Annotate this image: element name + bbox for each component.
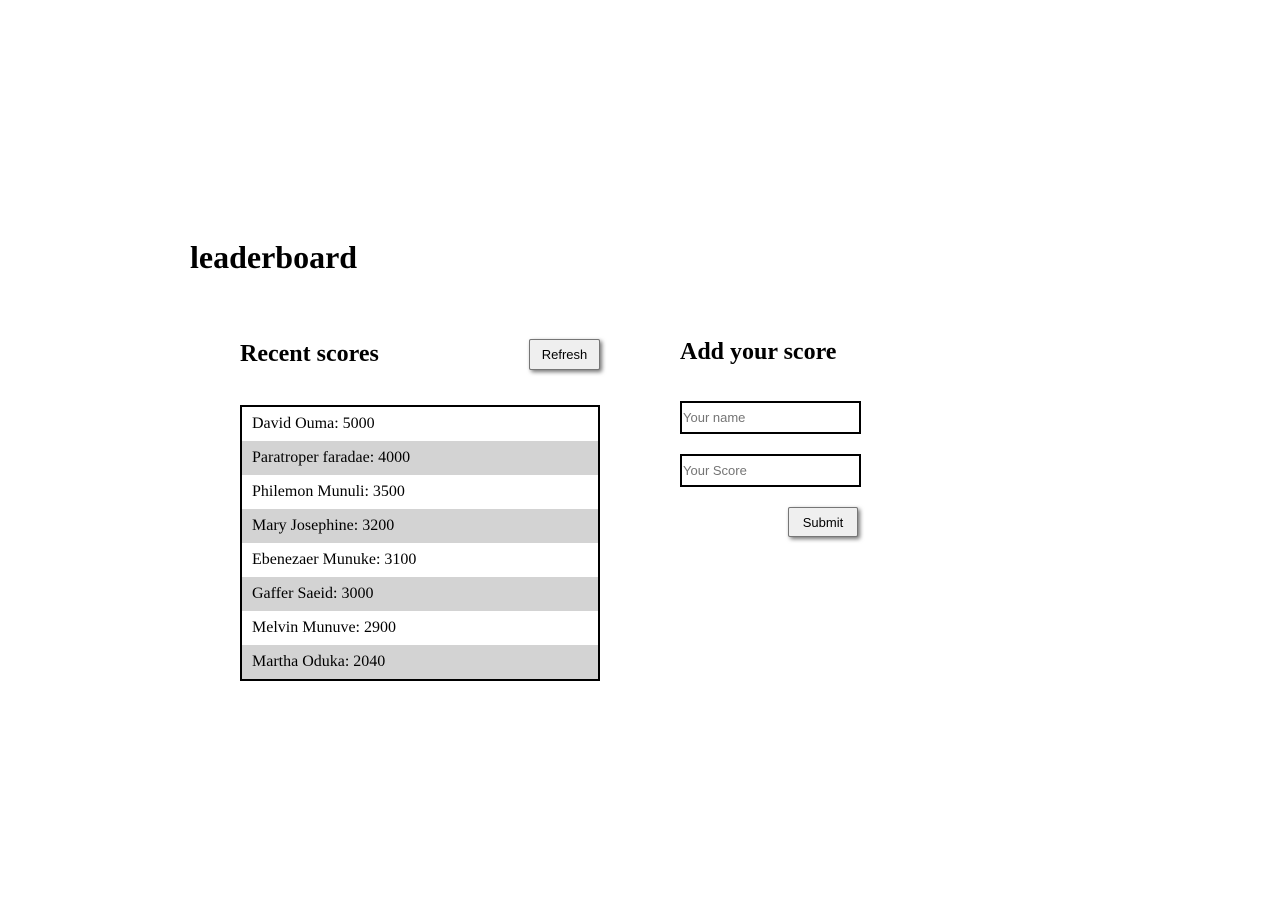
scores-list: David Ouma: 5000 Paratroper faradae: 400…: [240, 405, 600, 681]
recent-scores-header: Recent scores Refresh: [240, 336, 600, 372]
score-input[interactable]: [680, 454, 861, 487]
score-item: Melvin Munuve: 2900: [252, 619, 396, 636]
name-input[interactable]: [680, 401, 861, 434]
score-item: Philemon Munuli: 3500: [252, 483, 405, 500]
recent-scores-section: Recent scores Refresh David Ouma: 5000 P…: [240, 336, 600, 681]
add-score-section: Add your score Submit: [680, 334, 861, 537]
add-score-title: Add your score: [680, 339, 837, 365]
refresh-button[interactable]: Refresh: [529, 339, 600, 370]
score-item: Martha Oduka: 2040: [242, 645, 598, 679]
page-title: leaderboard: [190, 239, 358, 275]
submit-button[interactable]: Submit: [788, 507, 858, 537]
score-item: Gaffer Saeid: 3000: [242, 577, 598, 611]
score-item: Mary Josephine: 3200: [242, 509, 598, 543]
score-item: David Ouma: 5000: [252, 415, 375, 432]
score-item: Ebenezaer Munuke: 3100: [252, 551, 417, 568]
score-item: Paratroper faradae: 4000: [242, 441, 598, 475]
